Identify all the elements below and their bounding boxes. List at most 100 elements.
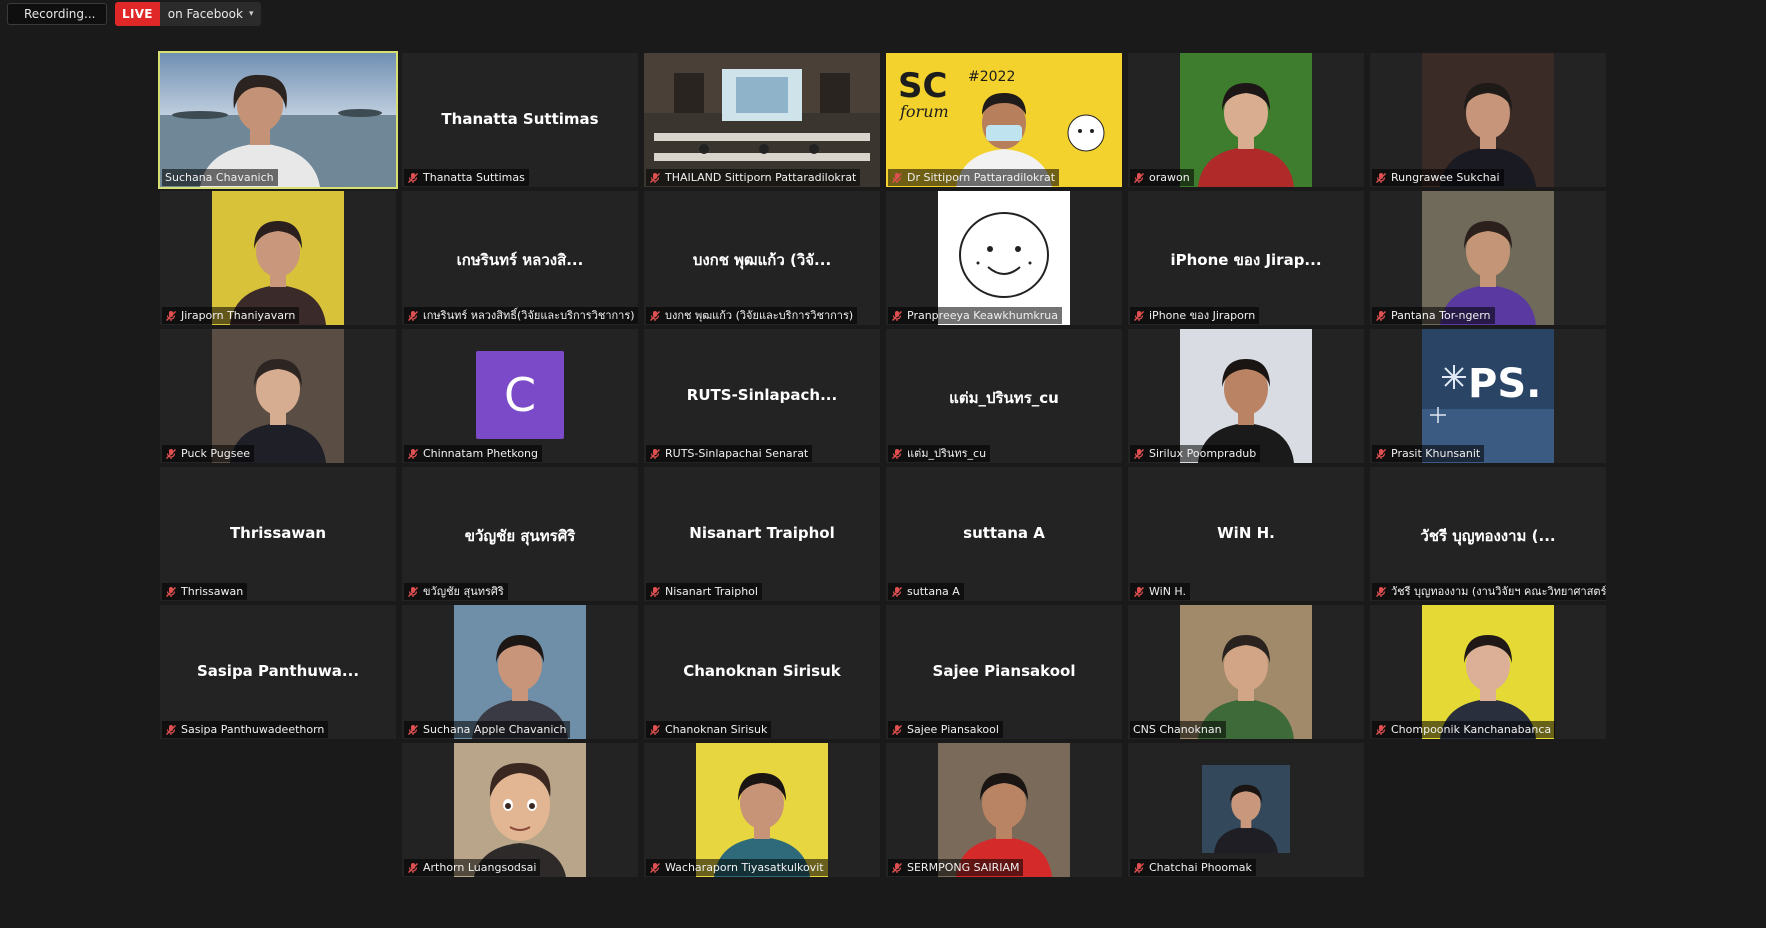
participant-name: Jiraporn Thaniyavarn	[181, 309, 296, 322]
participant-tile[interactable]: Sasipa Panthuwa... Sasipa Panthuwadeethor…	[160, 605, 396, 739]
participant-tile[interactable]: Suchana Apple Chavanich	[402, 605, 638, 739]
participant-name-tag: แต่ม_ปรินทร_cu	[888, 445, 991, 462]
participant-video	[1422, 605, 1554, 739]
participant-video: SC forum #2022	[886, 53, 1122, 187]
participant-tile[interactable]: Jiraporn Thaniyavarn	[160, 191, 396, 325]
participant-video	[1180, 53, 1312, 187]
participant-tile[interactable]: THAILAND Sittiporn Pattaradilokrat	[644, 53, 880, 187]
participant-tile[interactable]: บงกช พุฒแก้ว (วิจั... บงกช พุฒแก้ว (วิจัย…	[644, 191, 880, 325]
participant-name: บงกช พุฒแก้ว (วิจัยและบริการวิชาการ)	[665, 309, 854, 322]
participant-tile[interactable]: WiN H. WiN H.	[1128, 467, 1364, 601]
participant-tile[interactable]: Chatchai Phoomak	[1128, 743, 1364, 877]
participant-tile[interactable]: orawon	[1128, 53, 1364, 187]
muted-mic-icon	[408, 724, 418, 735]
muted-mic-icon	[408, 448, 418, 459]
participant-name: ขวัญชัย สุนทรศิริ	[423, 585, 504, 598]
svg-text:forum: forum	[899, 102, 949, 121]
participant-name: Prasit Khunsanit	[1391, 447, 1481, 460]
live-destination-dropdown[interactable]: on Facebook ▾	[159, 2, 262, 26]
participant-tile[interactable]: Arthorn Luangsodsai	[402, 743, 638, 877]
muted-mic-icon	[650, 862, 660, 873]
participant-name: Nisanart Traiphol	[665, 585, 758, 598]
participant-name-tag: Suchana Apple Chavanich	[404, 721, 571, 738]
participant-tile[interactable]: RUTS-Sinlapach... RUTS-Sinlapachai Senara…	[644, 329, 880, 463]
participant-name: Sirilux Poompradub	[1149, 447, 1257, 460]
participant-tile[interactable]: ขวัญชัย สุนทรศิริ ขวัญชัย สุนทรศิริ	[402, 467, 638, 601]
participant-video	[160, 53, 396, 187]
participant-video	[1422, 53, 1554, 187]
participant-tile[interactable]: CNS Chanoknan	[1128, 605, 1364, 739]
muted-mic-icon	[892, 172, 902, 183]
participant-tile[interactable]: Chanoknan Sirisuk Chanoknan Sirisuk	[644, 605, 880, 739]
participant-video	[212, 329, 344, 463]
participant-name-tag: Nisanart Traiphol	[646, 583, 762, 600]
participant-video	[212, 191, 344, 325]
participant-tile[interactable]: Sirilux Poompradub	[1128, 329, 1364, 463]
muted-mic-icon	[892, 310, 902, 321]
participant-tile[interactable]: Suchana Chavanich	[158, 51, 398, 189]
participant-name: Chinnatam Phetkong	[423, 447, 539, 460]
participant-tile[interactable]: Pranpreeya Keawkhumkrua	[886, 191, 1122, 325]
participant-tile[interactable]: Puck Pugsee	[160, 329, 396, 463]
participant-tile[interactable]: C Chinnatam Phetkong	[402, 329, 638, 463]
participant-display-name: บงกช พุฒแก้ว (วิจั...	[692, 251, 832, 269]
muted-mic-icon	[892, 862, 902, 873]
participant-tile[interactable]: เกษรินทร์ หลวงสิ... เกษรินทร์ หลวงสิทธิ์(…	[402, 191, 638, 325]
participant-display-name: Thrissawan	[229, 524, 327, 542]
participant-display-name: แต่ม_ปรินทร_cu	[949, 389, 1059, 407]
participant-name-tag: Prasit Khunsanit	[1372, 445, 1485, 462]
muted-mic-icon	[1134, 448, 1144, 459]
participant-name: suttana A	[907, 585, 960, 598]
muted-mic-icon	[408, 862, 418, 873]
participant-tile[interactable]: SERMPONG SAIRIAM	[886, 743, 1122, 877]
participant-tile[interactable]: PS. Prasit Khunsanit	[1370, 329, 1606, 463]
live-destination-label: on Facebook	[167, 7, 243, 21]
participant-tile[interactable]: Thanatta Suttimas Thanatta Suttimas	[402, 53, 638, 187]
participant-tile[interactable]: iPhone ของ Jirap... iPhone ของ Jiraporn	[1128, 191, 1364, 325]
participant-tile[interactable]: Wacharaporn Tiyasatkulkovit	[644, 743, 880, 877]
participant-tile[interactable]: Chompoonik Kanchanabanca	[1370, 605, 1606, 739]
participant-video	[938, 743, 1070, 877]
participant-name: THAILAND Sittiporn Pattaradilokrat	[665, 171, 857, 184]
participant-name: Pranpreeya Keawkhumkrua	[907, 309, 1059, 322]
svg-text:SC: SC	[898, 66, 947, 106]
participant-tile[interactable]: Pantana Tor-ngern	[1370, 191, 1606, 325]
muted-mic-icon	[1376, 586, 1386, 597]
recording-indicator[interactable]: Recording...	[7, 3, 107, 25]
participant-name-tag: Arthorn Luangsodsai	[404, 859, 541, 876]
participant-tile[interactable]: Rungrawee Sukchai	[1370, 53, 1606, 187]
participant-name-tag: Chanoknan Sirisuk	[646, 721, 772, 738]
participant-display-name: Nisanart Traiphol	[689, 524, 835, 542]
muted-mic-icon	[650, 448, 660, 459]
participant-name: Arthorn Luangsodsai	[423, 861, 537, 874]
participant-tile[interactable]: Nisanart Traiphol Nisanart Traiphol	[644, 467, 880, 601]
live-stream-indicator[interactable]: LIVE on Facebook ▾	[115, 2, 262, 26]
participant-name-tag: Wacharaporn Tiyasatkulkovit	[646, 859, 828, 876]
participant-name-tag: Puck Pugsee	[162, 445, 254, 462]
participant-tile[interactable]: SC forum #2022 Dr Sittiporn Pattaradilokrat	[886, 53, 1122, 187]
participant-name: SERMPONG SAIRIAM	[907, 861, 1020, 874]
participant-name-tag: Thanatta Suttimas	[404, 169, 529, 186]
participant-display-name: Sasipa Panthuwa...	[196, 662, 360, 680]
live-badge: LIVE	[115, 2, 160, 26]
participant-name-tag: Thrissawan	[162, 583, 248, 600]
participant-video	[938, 191, 1070, 325]
muted-mic-icon	[1134, 586, 1144, 597]
participant-name: เกษรินทร์ หลวงสิทธิ์(วิจัยและบริการวิชาก…	[423, 309, 635, 322]
participant-tile[interactable]: แต่ม_ปรินทร_cu แต่ม_ปรินทร_cu	[886, 329, 1122, 463]
participant-tile[interactable]: Sajee Piansakool Sajee Piansakool	[886, 605, 1122, 739]
muted-mic-icon	[650, 172, 660, 183]
participant-name-tag: iPhone ของ Jiraporn	[1130, 307, 1260, 324]
participant-name: วัชรี บุญทองงาม (งานวิจัยฯ คณะวิทยาศาสตร…	[1391, 585, 1606, 598]
participant-tile[interactable]: Thrissawan Thrissawan	[160, 467, 396, 601]
participant-name: Wacharaporn Tiyasatkulkovit	[665, 861, 824, 874]
participant-name: Dr Sittiporn Pattaradilokrat	[907, 171, 1056, 184]
participant-tile[interactable]: suttana A suttana A	[886, 467, 1122, 601]
participant-display-name: Thanatta Suttimas	[441, 110, 599, 128]
participant-tile[interactable]: วัชรี บุญทองงาม (... วัชรี บุญทองงาม (งาน…	[1370, 467, 1606, 601]
muted-mic-icon	[650, 586, 660, 597]
participant-name: WiN H.	[1149, 585, 1186, 598]
muted-mic-icon	[892, 448, 902, 459]
participant-name: Rungrawee Sukchai	[1391, 171, 1500, 184]
participant-name-tag: Pranpreeya Keawkhumkrua	[888, 307, 1063, 324]
